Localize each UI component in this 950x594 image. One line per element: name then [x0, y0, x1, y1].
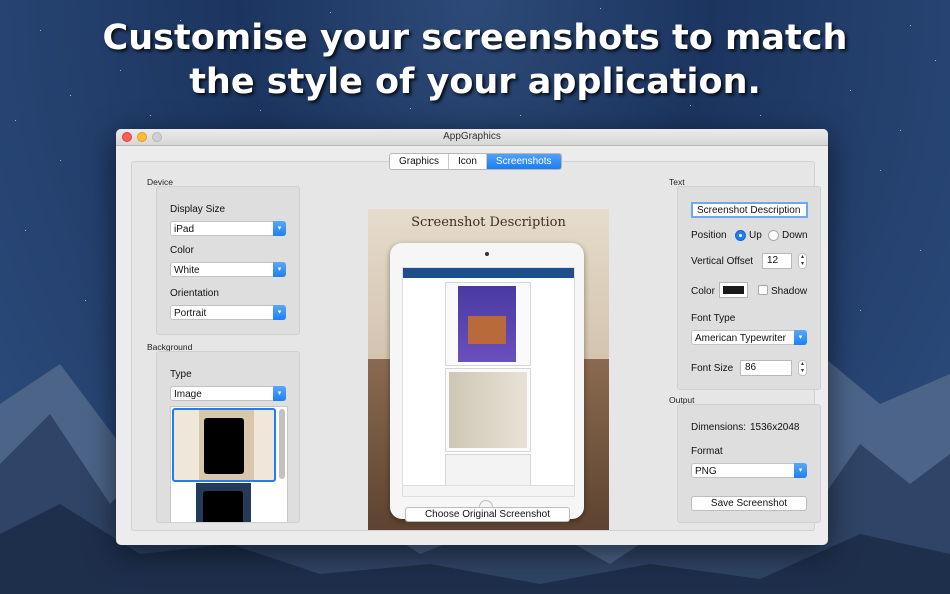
book-cover-thumbnail	[458, 286, 516, 362]
position-down-label: Down	[782, 230, 808, 241]
font-size-stepper[interactable]: ▴ ▾	[798, 360, 807, 376]
save-screenshot-button[interactable]: Save Screenshot	[691, 496, 807, 511]
document-thumbnail	[449, 372, 527, 448]
device-group: Display Size iPad ▾ Color White ▾ Orient…	[156, 186, 300, 335]
chevron-down-icon: ▾	[273, 262, 286, 277]
description-input[interactable]: Screenshot Description	[691, 202, 808, 218]
dimensions-value: 1536x2048	[750, 422, 800, 433]
title-bar: AppGraphics	[116, 129, 828, 146]
position-label: Position	[691, 230, 727, 241]
font-type-label: Font Type	[691, 313, 736, 324]
vertical-offset-stepper[interactable]: ▴ ▾	[798, 253, 807, 269]
orientation-select[interactable]: Portrait ▾	[170, 305, 286, 320]
font-type-value: American Typewriter	[695, 333, 786, 344]
tab-bar: Graphics Icon Screenshots	[389, 153, 562, 170]
text-color-well[interactable]	[719, 282, 748, 298]
vertical-offset-label: Vertical Offset	[691, 256, 754, 267]
display-size-select[interactable]: iPad ▾	[170, 221, 286, 236]
dimensions-label: Dimensions:	[691, 422, 747, 433]
device-color-value: White	[174, 265, 200, 276]
headline-line-1: Customise your screenshots to match	[102, 18, 848, 58]
screenshot-preview: Screenshot Description	[368, 209, 609, 530]
format-label: Format	[691, 446, 723, 457]
document-thumbnail	[445, 454, 531, 486]
vertical-offset-input[interactable]: 12	[762, 253, 792, 269]
headline-line-2: the style of your application.	[189, 62, 761, 102]
display-size-label: Display Size	[170, 204, 226, 215]
format-select[interactable]: PNG ▾	[691, 463, 807, 478]
background-image-list[interactable]	[170, 406, 288, 522]
text-group: Screenshot Description Position Up Down …	[677, 186, 821, 390]
font-type-select[interactable]: American Typewriter ▾	[691, 330, 807, 345]
preview-title: Screenshot Description	[411, 215, 566, 230]
screen-toolbar	[403, 485, 574, 496]
text-color-label: Color	[691, 286, 715, 297]
font-size-input[interactable]: 86	[740, 360, 792, 376]
screen-navbar	[403, 268, 574, 278]
font-size-label: Font Size	[691, 363, 734, 374]
camera-dot	[485, 252, 489, 256]
background-group: Type Image ▾	[156, 351, 300, 523]
background-thumbnail[interactable]	[196, 483, 251, 522]
close-button[interactable]	[122, 132, 132, 142]
output-group: Dimensions: 1536x2048 Format PNG ▾ Save …	[677, 404, 821, 523]
position-down-radio[interactable]	[768, 230, 779, 241]
background-type-value: Image	[174, 389, 202, 400]
chevron-down-icon: ▾	[794, 330, 807, 345]
ipad-frame	[390, 243, 584, 519]
background-thumbnail-selected[interactable]	[172, 408, 276, 482]
color-swatch	[723, 286, 744, 294]
tab-icon[interactable]: Icon	[449, 154, 487, 169]
chevron-down-icon: ▾	[794, 463, 807, 478]
display-size-value: iPad	[174, 224, 195, 235]
tab-graphics[interactable]: Graphics	[390, 154, 450, 169]
background-type-select[interactable]: Image ▾	[170, 386, 286, 401]
list-scrollbar[interactable]	[279, 409, 285, 479]
tab-screenshots[interactable]: Screenshots	[486, 154, 561, 169]
marketing-headline: Customise your screenshots to match the …	[0, 16, 950, 104]
ipad-screen	[402, 267, 575, 497]
minimize-button[interactable]	[137, 132, 147, 142]
chevron-down-icon: ▾	[273, 305, 286, 320]
color-label: Color	[170, 245, 194, 256]
orientation-label: Orientation	[170, 288, 219, 299]
chevron-down-icon: ▾	[273, 386, 286, 401]
chevron-down-icon: ▾	[273, 221, 286, 236]
shadow-label: Shadow	[771, 286, 808, 297]
position-up-label: Up	[749, 230, 762, 241]
tab-content: Device Display Size iPad ▾ Color White ▾…	[131, 161, 821, 531]
choose-original-screenshot-button[interactable]: Choose Original Screenshot	[405, 507, 570, 522]
device-color-select[interactable]: White ▾	[170, 262, 286, 277]
app-window: AppGraphics Graphics Icon Screenshots De…	[116, 129, 828, 545]
format-value: PNG	[695, 466, 717, 477]
shadow-checkbox[interactable]	[758, 285, 768, 295]
background-type-label: Type	[170, 369, 192, 380]
zoom-button[interactable]	[152, 132, 162, 142]
window-title: AppGraphics	[443, 131, 501, 142]
position-up-radio[interactable]	[735, 230, 746, 241]
orientation-value: Portrait	[174, 308, 207, 319]
